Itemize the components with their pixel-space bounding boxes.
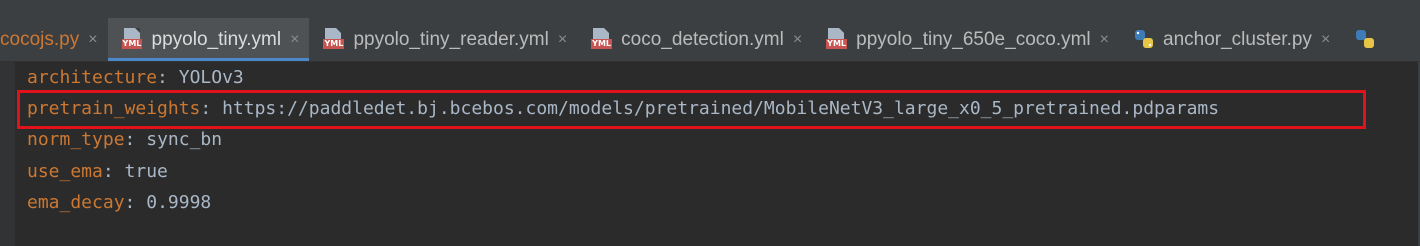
- close-icon[interactable]: ×: [793, 31, 802, 49]
- tab-ppyolo-tiny-reader-yml[interactable]: YML ppyolo_tiny_reader.yml ×: [309, 18, 577, 61]
- code-line: use_ema: true: [27, 161, 168, 182]
- yml-file-icon: YML: [591, 27, 613, 52]
- tab-label: ppyolo_tiny.yml: [151, 28, 282, 50]
- tab-coco-detection-yml[interactable]: YML coco_detection.yml ×: [577, 18, 812, 61]
- editor-tab-bar: cocojs.py × YML ppyolo_tiny.yml × YML pp…: [0, 18, 1420, 62]
- python-file-icon: [1354, 28, 1376, 52]
- yaml-value: true: [124, 161, 168, 182]
- tab-partial-python-file[interactable]: [1340, 18, 1394, 61]
- yaml-key: ema_decay: [27, 192, 125, 213]
- tab-anchor-cluster-py[interactable]: anchor_cluster.py ×: [1119, 18, 1340, 61]
- tab-label: coco_detection.yml: [621, 28, 784, 50]
- close-icon[interactable]: ×: [1321, 31, 1330, 49]
- tab-ppyolo-tiny-650e-coco-yml[interactable]: YML ppyolo_tiny_650e_coco.yml ×: [812, 18, 1119, 61]
- tab-label: ppyolo_tiny_650e_coco.yml: [856, 28, 1091, 50]
- tab-ppyolo-tiny-yml[interactable]: YML ppyolo_tiny.yml ×: [107, 18, 310, 61]
- code-editor[interactable]: architecture: YOLOv3 pretrain_weights: h…: [0, 62, 1420, 246]
- python-file-icon: [1133, 28, 1155, 52]
- tab-label: cocojs.py: [0, 28, 80, 50]
- yaml-value: 0.9998: [146, 192, 212, 213]
- close-icon[interactable]: ×: [290, 31, 299, 49]
- yaml-key: architecture: [27, 67, 158, 88]
- close-icon[interactable]: ×: [558, 31, 567, 49]
- tab-label: anchor_cluster.py: [1163, 28, 1312, 50]
- code-line: ema_decay: 0.9998: [27, 192, 212, 213]
- yml-file-icon: YML: [121, 27, 144, 52]
- close-icon[interactable]: ×: [88, 31, 97, 49]
- yaml-key: use_ema: [27, 161, 103, 182]
- highlight-box: [17, 90, 1366, 129]
- tab-label: ppyolo_tiny_reader.yml: [353, 28, 549, 50]
- yaml-key: norm_type: [27, 129, 125, 150]
- yaml-value: YOLOv3: [178, 67, 244, 88]
- window-top-strip: [0, 0, 1420, 18]
- yml-file-icon: YML: [323, 27, 345, 52]
- close-icon[interactable]: ×: [1100, 31, 1109, 49]
- code-line: architecture: YOLOv3: [27, 67, 244, 88]
- yml-file-icon: YML: [826, 27, 848, 52]
- code-line: norm_type: sync_bn: [27, 129, 223, 150]
- yaml-value: sync_bn: [146, 129, 223, 150]
- tab-cocojs-py[interactable]: cocojs.py ×: [0, 18, 108, 61]
